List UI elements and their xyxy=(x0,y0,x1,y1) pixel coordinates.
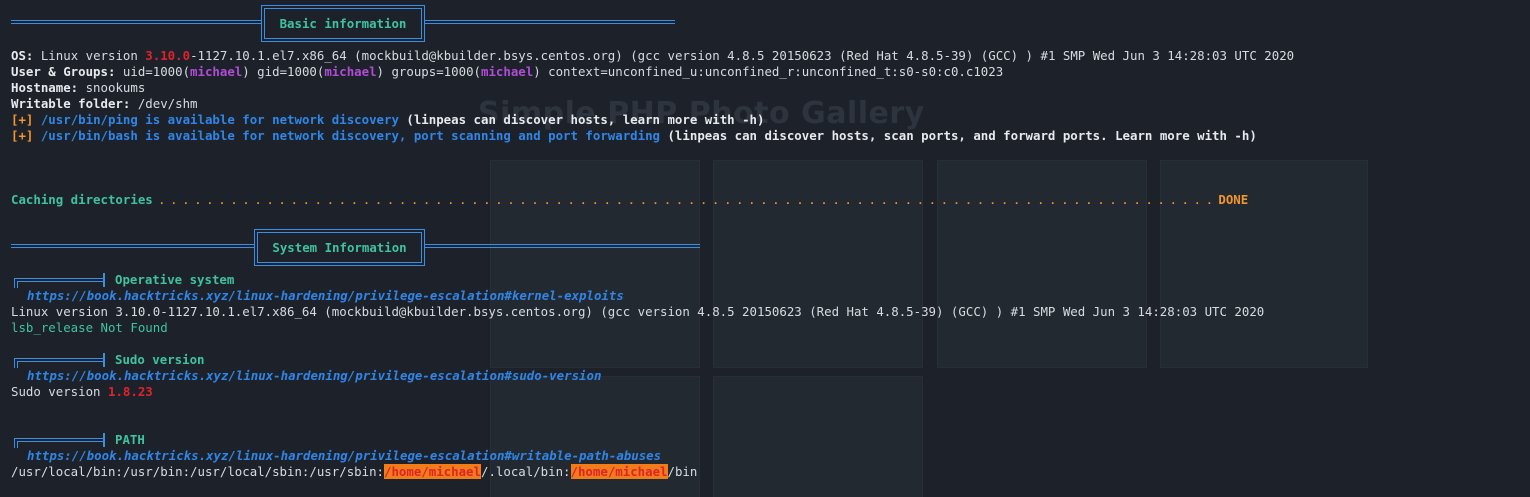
link-kernel-exploits[interactable]: https://book.hacktricks.xyz/linux-harden… xyxy=(27,288,624,304)
ghost-tile xyxy=(713,376,923,497)
bash-line: [+] /usr/bin/bash is available for netwo… xyxy=(11,128,1257,143)
lsb-release-line: lsb_release Not Found xyxy=(11,320,168,335)
section-banner-system: System Information xyxy=(254,229,425,266)
subsection-hook-inner xyxy=(17,361,21,368)
subsection-hook-inner xyxy=(17,281,21,288)
hostname-line: Hostname: snookums xyxy=(11,80,146,95)
banner-rule-right xyxy=(425,244,700,248)
subsection-title-sudo: Sudo version xyxy=(115,352,205,367)
ping-line: [+] /usr/bin/ping is available for netwo… xyxy=(11,112,765,127)
banner-rule-left xyxy=(11,244,254,248)
writable-folder-line: Writable folder: /dev/shm xyxy=(11,96,198,111)
kernel-version-line: Linux version 3.10.0-1127.10.1.el7.x86_6… xyxy=(11,304,1265,319)
subsection-title-path: PATH xyxy=(115,432,145,447)
section-banner-basic: Basic information xyxy=(261,5,425,42)
os-line: OS: Linux version 3.10.0-1127.10.1.el7.x… xyxy=(11,48,1295,63)
link-sudo-version[interactable]: https://book.hacktricks.xyz/linux-harden… xyxy=(27,368,601,384)
caching-line: Caching directories . . . . . . . . . . … xyxy=(11,192,1249,207)
subsection-rule xyxy=(19,438,103,442)
path-line: /usr/local/bin:/usr/bin:/usr/local/sbin:… xyxy=(11,464,698,479)
subsection-title-operative: Operative system xyxy=(115,272,235,287)
subsection-cap xyxy=(103,433,105,447)
sudo-version-line: Sudo version 1.8.23 xyxy=(11,384,153,399)
subsection-cap xyxy=(103,273,105,287)
subsection-cap xyxy=(103,353,105,367)
subsection-rule xyxy=(19,278,103,282)
user-groups-line: User & Groups: uid=1000(michael) gid=100… xyxy=(11,64,1004,79)
subsection-hook-inner xyxy=(17,441,21,448)
subsection-rule xyxy=(19,358,103,362)
banner-rule-left xyxy=(11,20,261,24)
banner-rule-right xyxy=(425,20,675,24)
terminal-window[interactable]: Simple PHP Photo Gallery Basic informati… xyxy=(0,0,1530,497)
link-writable-path[interactable]: https://book.hacktricks.xyz/linux-harden… xyxy=(27,448,661,464)
